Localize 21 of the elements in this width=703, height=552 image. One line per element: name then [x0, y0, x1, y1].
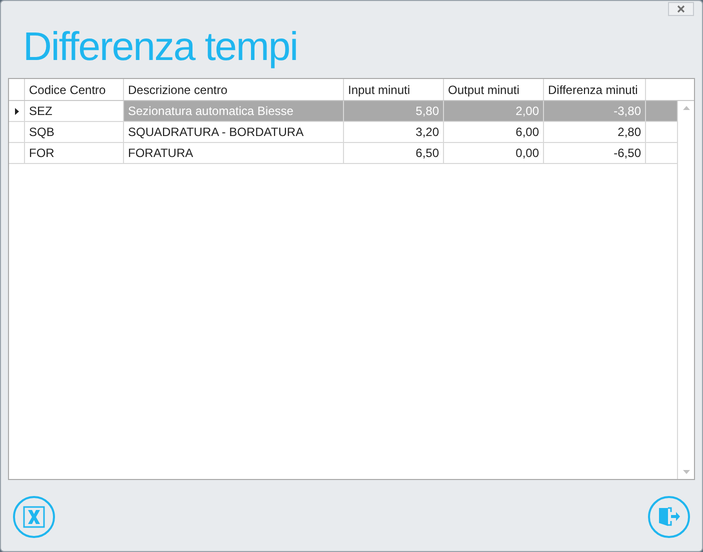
scroll-down-icon[interactable] [682, 470, 690, 474]
column-header[interactable]: Descrizione centro [124, 79, 344, 100]
table-cell: 5,80 [344, 101, 444, 121]
scroll-up-icon[interactable] [682, 106, 690, 110]
column-header[interactable]: Differenza minuti [544, 79, 646, 100]
close-button[interactable] [668, 2, 694, 16]
table-row[interactable]: SQB SQUADRATURA - BORDATURA 3,20 6,00 2,80 [9, 122, 678, 143]
export-button[interactable] [13, 496, 55, 538]
table-cell: 2,00 [444, 101, 544, 121]
table-row[interactable]: SEZ Sezionatura automatica Biesse 5,80 2,00 -3,80 [9, 101, 678, 122]
window-title: Differenza tempi [23, 25, 298, 69]
spreadsheet-icon [22, 505, 46, 529]
table-cell: -3,80 [544, 101, 646, 121]
column-header[interactable]: Codice Centro [25, 79, 124, 100]
exit-button[interactable] [648, 496, 690, 538]
table-cell: Sezionatura automatica Biesse [124, 101, 344, 121]
column-header[interactable]: Output minuti [444, 79, 544, 100]
column-header[interactable]: Input minuti [344, 79, 444, 100]
close-icon [677, 5, 685, 13]
table-row[interactable]: FOR FORATURA 6,50 0,00 -6,50 [9, 143, 678, 164]
exit-door-icon [657, 506, 681, 528]
